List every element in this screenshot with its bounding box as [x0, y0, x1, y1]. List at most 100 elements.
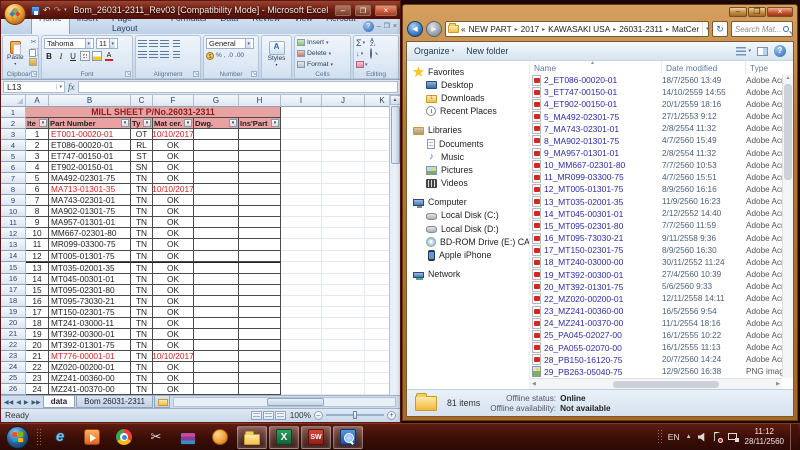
- cell-ins-part[interactable]: [239, 307, 281, 318]
- search-box[interactable]: Search Mat...: [731, 21, 793, 37]
- underline-button[interactable]: U: [68, 51, 78, 61]
- cell-ins-part[interactable]: [239, 362, 281, 373]
- breadcrumb-kawasaki-usa[interactable]: KAWASAKI USA: [546, 24, 612, 34]
- cell-item[interactable]: 5: [26, 173, 49, 184]
- file-row[interactable]: 7_MA743-02301-012/8/2554 11:32Adobe Acro: [530, 123, 782, 135]
- file-row[interactable]: 8_MA902-01301-754/7/2560 15:49Adobe Acro: [530, 135, 782, 147]
- align-top-icon[interactable]: [138, 40, 147, 48]
- column-header-C[interactable]: C: [131, 95, 153, 107]
- cell-mat-cer[interactable]: OK: [153, 262, 194, 274]
- cell-J[interactable]: [322, 262, 365, 274]
- explorer-minimize-button[interactable]: –: [729, 7, 747, 17]
- explorer-scroll-up-icon[interactable]: ▲: [786, 74, 791, 83]
- zoom-in-icon[interactable]: +: [387, 411, 396, 420]
- cell-type[interactable]: TN: [131, 351, 153, 362]
- cell-J[interactable]: [322, 384, 365, 395]
- cell-dwg[interactable]: [194, 162, 239, 173]
- file-row[interactable]: 14_MT045-00301-012/12/2552 14:40Adobe Ac…: [530, 208, 782, 220]
- formula-input[interactable]: [78, 81, 399, 93]
- cell-dwg[interactable]: [194, 296, 239, 307]
- row-header-9[interactable]: 9: [1, 195, 26, 206]
- row-header-24[interactable]: 24: [1, 362, 26, 373]
- network-icon[interactable]: [728, 432, 739, 442]
- taskbar-item-snipping-tool[interactable]: [141, 426, 171, 449]
- taskbar-item-excel[interactable]: [269, 426, 299, 449]
- workbook-close-icon[interactable]: ×: [393, 23, 397, 31]
- volume-icon[interactable]: [698, 433, 707, 442]
- cell-ins-part[interactable]: [239, 129, 281, 140]
- language-indicator[interactable]: EN: [668, 432, 680, 442]
- cell-part-number[interactable]: MT005-01301-75: [49, 251, 131, 262]
- cell-type[interactable]: TN: [131, 362, 153, 373]
- preview-pane-icon[interactable]: [757, 47, 768, 56]
- excel-hscroll-thumb[interactable]: [267, 398, 324, 406]
- cell-type[interactable]: TN: [131, 340, 153, 351]
- explorer-scroll-left-icon[interactable]: ◀: [532, 380, 536, 389]
- cell-type[interactable]: TN: [131, 296, 153, 307]
- cell-part-number[interactable]: MA713-01301-35: [49, 184, 131, 195]
- cell-part-number[interactable]: MR099-03300-75: [49, 239, 131, 250]
- file-row[interactable]: 16_MT095-73030-219/11/2558 9:36Adobe Acr…: [530, 232, 782, 244]
- cell-ins-part[interactable]: [239, 217, 281, 228]
- cell-mat-cer[interactable]: 10/10/2017: [153, 129, 194, 140]
- sidebar-item-pictures[interactable]: Pictures: [407, 163, 529, 176]
- cell-part-number[interactable]: ET001-00020-01: [49, 129, 131, 140]
- cell-part-number[interactable]: MM667-02301-80: [49, 228, 131, 239]
- cell-mat-cer[interactable]: OK: [153, 206, 194, 217]
- cell-ins-part[interactable]: [239, 351, 281, 362]
- file-row[interactable]: 22_MZ020-00200-0112/11/2558 14:11Adobe A…: [530, 293, 782, 305]
- cell-item[interactable]: 3: [26, 151, 49, 162]
- taskbar-item-solidworks[interactable]: [301, 426, 331, 449]
- row-header-12[interactable]: 12: [1, 228, 26, 239]
- sidebar-item-libraries[interactable]: Libraries: [407, 124, 529, 137]
- cell-mat-cer[interactable]: OK: [153, 251, 194, 262]
- cell-type[interactable]: TN: [131, 384, 153, 395]
- page-layout-view-icon[interactable]: [263, 411, 274, 420]
- cell-J[interactable]: [322, 340, 365, 351]
- cell-I[interactable]: [281, 173, 322, 184]
- cell-J[interactable]: [322, 195, 365, 206]
- column-header-J[interactable]: J: [322, 95, 365, 107]
- filter-dropdown-icon[interactable]: ▾: [143, 119, 151, 127]
- percent-icon[interactable]: %: [216, 51, 222, 60]
- cell-type[interactable]: TN: [131, 173, 153, 184]
- cell-J[interactable]: [322, 162, 365, 173]
- cell-item[interactable]: 7: [26, 195, 49, 206]
- cell-I[interactable]: [281, 151, 322, 162]
- row-header-17[interactable]: 17: [1, 285, 26, 296]
- cell-item[interactable]: 16: [26, 296, 49, 307]
- refresh-icon[interactable]: ↻: [712, 21, 728, 37]
- cell-ins-part[interactable]: [239, 173, 281, 184]
- cell-I[interactable]: [281, 329, 322, 340]
- save-icon[interactable]: [31, 6, 40, 15]
- cell-type[interactable]: OT: [131, 129, 153, 140]
- cell-part-number[interactable]: MT035-02001-35: [49, 262, 131, 274]
- file-row[interactable]: 5_MA492-02301-7527/1/2553 9:12Adobe Acro: [530, 110, 782, 122]
- cell-mat-cer[interactable]: OK: [153, 362, 194, 373]
- autosum-button[interactable]: Σ▾AZ↓: [356, 38, 396, 47]
- cell-type[interactable]: TN: [131, 329, 153, 340]
- cell-ins-part[interactable]: [239, 340, 281, 351]
- cell-part-number[interactable]: MT776-00001-01: [49, 351, 131, 362]
- cell-type[interactable]: TN: [131, 373, 153, 384]
- file-row[interactable]: 23_MZ241-00360-0016/5/2556 9:54Adobe Acr…: [530, 305, 782, 317]
- cell-type[interactable]: TN: [131, 217, 153, 228]
- show-desktop-button[interactable]: [790, 424, 798, 450]
- cell-dwg[interactable]: [194, 195, 239, 206]
- cell-I[interactable]: [281, 285, 322, 296]
- office-button[interactable]: [4, 3, 26, 25]
- cell-I[interactable]: [281, 362, 322, 373]
- sidebar-item-recent-places[interactable]: Recent Places: [407, 105, 529, 118]
- alignment-dialog-launcher[interactable]: ↘: [193, 71, 199, 77]
- cell-part-number[interactable]: ET086-00020-01: [49, 140, 131, 151]
- cell-part-number[interactable]: MT241-03000-11: [49, 318, 131, 329]
- cell-mat-cer[interactable]: OK: [153, 217, 194, 228]
- cell-dwg[interactable]: [194, 384, 239, 395]
- cell-item[interactable]: 20: [26, 340, 49, 351]
- breadcrumb-new-part[interactable]: NEW PART: [467, 24, 514, 34]
- cell-J[interactable]: [322, 251, 365, 262]
- cell-ins-part[interactable]: [239, 373, 281, 384]
- cell-ins-part[interactable]: [239, 228, 281, 239]
- cell-item[interactable]: 2: [26, 140, 49, 151]
- cell-ins-part[interactable]: [239, 285, 281, 296]
